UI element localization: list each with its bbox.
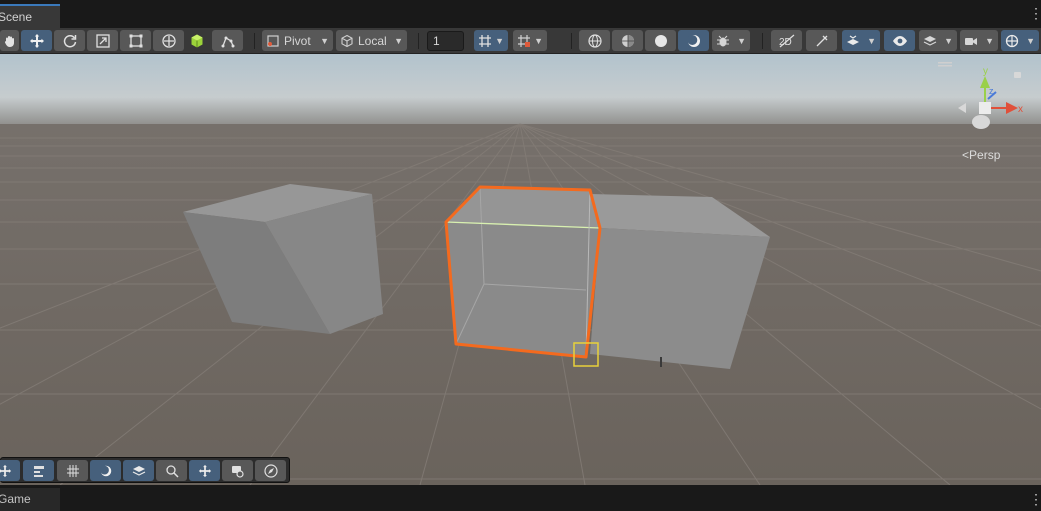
tab-scene[interactable]: Scene bbox=[0, 4, 60, 28]
chevron-down-icon: ▼ bbox=[944, 35, 953, 46]
effects-layers-icon bbox=[847, 35, 859, 45]
rotate-tool-button[interactable] bbox=[54, 30, 85, 51]
effects-dropdown[interactable]: ▼ bbox=[842, 30, 880, 51]
grid-snap-increment-field[interactable]: 1 bbox=[427, 31, 464, 51]
light-off-icon bbox=[816, 35, 827, 46]
compass-icon bbox=[263, 463, 278, 478]
move-icon bbox=[29, 33, 44, 48]
tab-game-label: Game bbox=[0, 492, 31, 506]
grid-snap-dropdown[interactable]: ▼ bbox=[513, 30, 547, 51]
search-icon bbox=[165, 464, 179, 478]
toolbar-separator bbox=[571, 33, 572, 49]
shading-overlay-button[interactable] bbox=[90, 460, 121, 481]
unlit-sphere-icon bbox=[686, 34, 700, 47]
scale-tool-button[interactable] bbox=[87, 30, 118, 51]
transform-tool-button[interactable] bbox=[153, 30, 184, 51]
pivot-icon bbox=[267, 34, 279, 47]
compass-overlay-button[interactable] bbox=[255, 460, 286, 481]
scene-viewport[interactable]: y x z <Persp bbox=[0, 54, 1041, 485]
local-cube-icon bbox=[341, 34, 353, 47]
chevron-down-icon: ▼ bbox=[985, 35, 994, 46]
rect-tool-button[interactable] bbox=[120, 30, 151, 51]
scene-toolbar: Pivot ▼ Local ▼ 1 ▼ ▼ ▼ 2D ▼ bbox=[0, 28, 1041, 54]
move-icon bbox=[198, 464, 211, 477]
local-label: Local bbox=[358, 33, 387, 48]
camera-icon bbox=[965, 37, 977, 45]
bug-icon bbox=[717, 35, 729, 46]
rotate-icon bbox=[63, 34, 76, 47]
gizmos-icon bbox=[1005, 34, 1019, 47]
axis-x-label: x bbox=[1018, 104, 1023, 115]
eye-icon bbox=[892, 35, 907, 46]
move-icon bbox=[0, 464, 11, 477]
chevron-down-icon: ▼ bbox=[495, 35, 504, 46]
camera-icon bbox=[231, 465, 244, 478]
kebab-menu-icon[interactable]: ⋮ bbox=[1029, 492, 1041, 506]
search-overlay-button[interactable] bbox=[156, 460, 187, 481]
hand-tool-button[interactable] bbox=[0, 30, 19, 51]
gizmos-dropdown[interactable]: ▼ bbox=[1001, 30, 1039, 51]
scene-camera-dropdown[interactable]: ▼ bbox=[960, 30, 998, 51]
layers-overlay-button[interactable] bbox=[123, 460, 154, 481]
chevron-down-icon: ▼ bbox=[534, 35, 543, 46]
grid-icon bbox=[479, 34, 491, 47]
projection-toggle[interactable]: <Persp bbox=[962, 148, 1000, 162]
pivot-dropdown[interactable]: Pivot ▼ bbox=[262, 30, 333, 51]
shaded-button[interactable] bbox=[645, 30, 676, 51]
tab-game[interactable]: Game bbox=[0, 488, 60, 511]
transform-icon bbox=[161, 33, 176, 48]
move-view-overlay-button[interactable] bbox=[189, 460, 220, 481]
tab-scene-label: Scene bbox=[0, 10, 33, 24]
scale-icon bbox=[95, 33, 110, 48]
hand-icon bbox=[4, 35, 14, 47]
move-overlay-button[interactable] bbox=[0, 460, 20, 481]
shaded-sphere-icon bbox=[654, 34, 667, 47]
camera-overlay-button[interactable] bbox=[222, 460, 253, 481]
scene-render: y x z bbox=[0, 54, 1041, 485]
2d-mode-button[interactable]: 2D bbox=[771, 30, 802, 51]
path-tool-icon bbox=[221, 36, 234, 47]
chevron-down-icon: ▼ bbox=[737, 35, 746, 46]
kebab-menu-icon[interactable]: ⋮ bbox=[1029, 6, 1041, 20]
chevron-down-icon: ▼ bbox=[1026, 35, 1035, 46]
toolbar-separator bbox=[254, 33, 255, 49]
axis-z-label: z bbox=[989, 86, 994, 96]
grid-visibility-dropdown[interactable]: ▼ bbox=[474, 30, 508, 51]
chevron-down-icon: ▼ bbox=[867, 35, 876, 46]
chevron-down-icon: ▼ bbox=[320, 35, 329, 46]
game-tab-bar: Game ⋮ bbox=[0, 485, 1041, 511]
overlay-toolbar bbox=[0, 457, 290, 483]
shaded-wireframe-icon bbox=[621, 34, 634, 47]
local-dropdown[interactable]: Local ▼ bbox=[336, 30, 407, 51]
probuilder-tool-button[interactable] bbox=[212, 30, 243, 51]
toolbar-separator bbox=[418, 33, 419, 49]
tool-settings-icon bbox=[33, 465, 44, 477]
lighting-toggle-button[interactable] bbox=[806, 30, 837, 51]
pivot-label: Pivot bbox=[284, 33, 311, 48]
layers-icon bbox=[132, 465, 145, 476]
transform-tools-overlay-button[interactable] bbox=[23, 460, 54, 481]
2d-icon: 2D bbox=[779, 34, 794, 48]
toolbar-separator bbox=[762, 33, 763, 49]
unlit-sphere-icon bbox=[99, 465, 111, 476]
custom-tool-button[interactable] bbox=[186, 30, 208, 51]
axis-y-label: y bbox=[983, 66, 988, 77]
scene-tab-bar: Scene ⋮ bbox=[0, 0, 1041, 28]
grid-overlay-button[interactable] bbox=[57, 460, 88, 481]
grid-snap-icon bbox=[518, 34, 530, 47]
projection-label: Persp bbox=[969, 148, 1001, 162]
cube-tool-icon bbox=[191, 34, 203, 47]
wireframe-shading-button[interactable] bbox=[579, 30, 610, 51]
debug-draw-mode-dropdown[interactable]: ▼ bbox=[712, 30, 750, 51]
grid-icon bbox=[66, 464, 79, 477]
scene-visibility-button[interactable] bbox=[884, 30, 915, 51]
move-tool-button[interactable] bbox=[21, 30, 52, 51]
wireframe-sphere-icon bbox=[587, 33, 602, 48]
shaded-wireframe-button[interactable] bbox=[612, 30, 643, 51]
chevron-down-icon: ▼ bbox=[394, 35, 403, 46]
rect-icon bbox=[129, 34, 142, 47]
layers-icon bbox=[923, 35, 937, 46]
unlit-shading-button[interactable] bbox=[678, 30, 709, 51]
layers-dropdown[interactable]: ▼ bbox=[919, 30, 957, 51]
